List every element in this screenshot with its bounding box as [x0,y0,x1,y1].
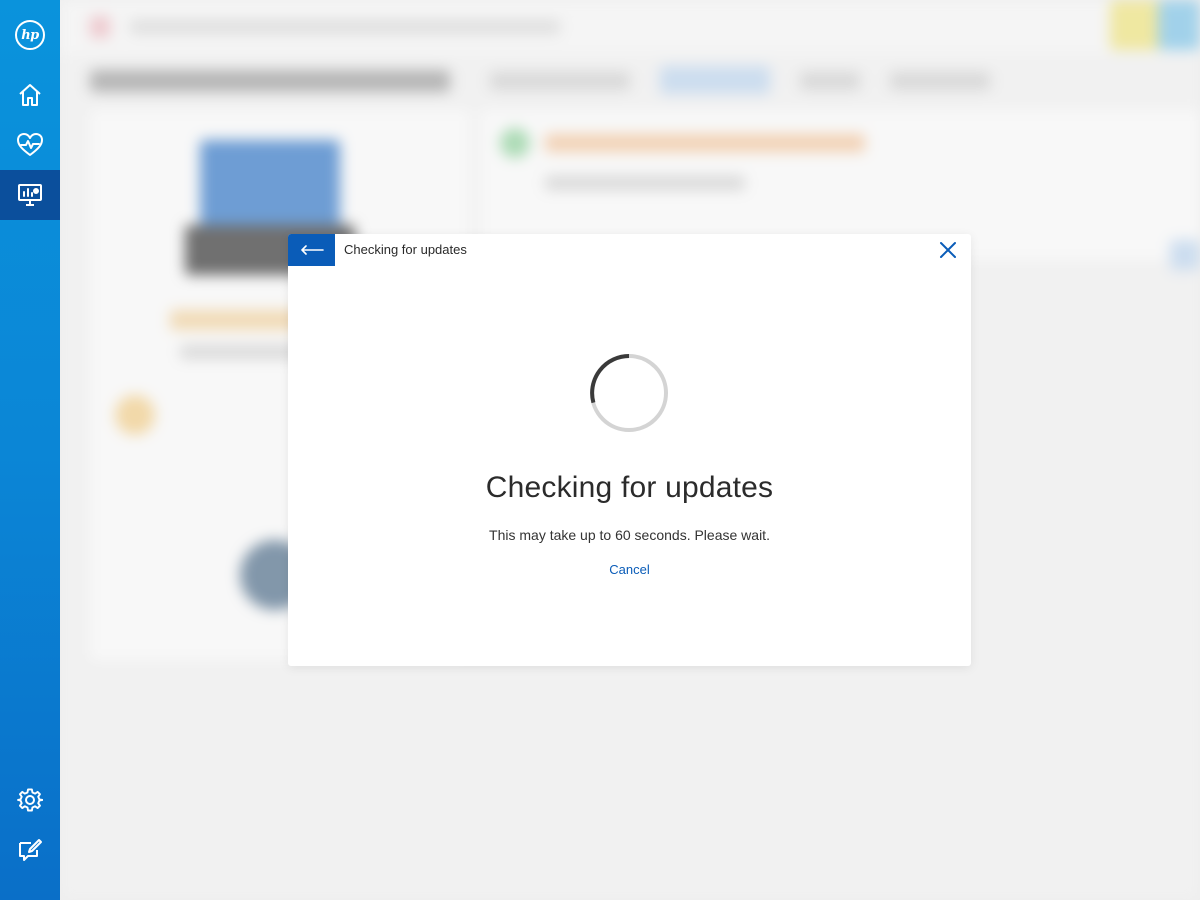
arrow-left-icon [300,245,324,255]
device-support-icon [18,184,42,206]
hp-logo-text: hp [21,27,39,43]
feedback-icon [19,839,42,861]
dialog-title: Checking for updates [485,471,774,504]
close-icon [940,242,956,258]
sidebar-item-feedback[interactable] [0,825,60,875]
back-button[interactable] [288,234,335,266]
sidebar: hp [0,0,60,900]
dialog-subtitle: This may take up to 60 seconds. Please w… [489,527,770,543]
gear-icon [17,788,43,812]
hp-logo: hp [15,20,45,50]
home-icon [19,84,41,106]
sidebar-item-settings[interactable] [0,775,60,825]
cancel-link[interactable]: Cancel [288,562,971,577]
loading-spinner-icon [590,354,668,432]
sidebar-item-home[interactable] [0,70,60,120]
sidebar-item-health[interactable] [0,120,60,170]
update-dialog: Checking for updates Checking for update… [288,234,971,666]
health-icon [17,133,43,156]
close-button[interactable] [939,241,957,259]
dialog-header-title: Checking for updates [344,242,467,257]
sidebar-item-device[interactable] [0,170,60,220]
